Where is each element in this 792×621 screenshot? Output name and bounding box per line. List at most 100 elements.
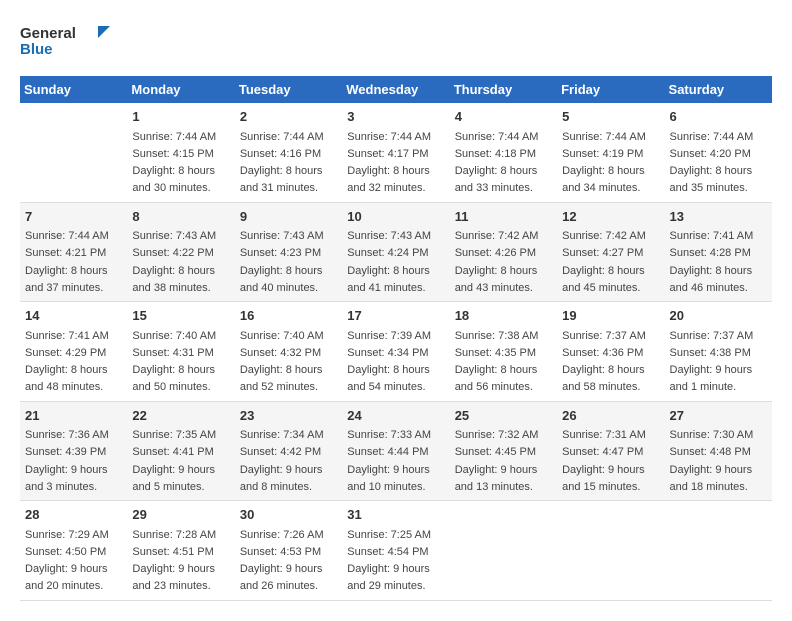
cell-w4-d6: 26 Sunrise: 7:31 AMSunset: 4:47 PMDayligh… — [557, 401, 664, 501]
day-number: 24 — [347, 406, 444, 426]
cell-w5-d2: 29 Sunrise: 7:28 AMSunset: 4:51 PMDayligh… — [127, 501, 234, 601]
day-details: Sunrise: 7:42 AMSunset: 4:26 PMDaylight:… — [455, 230, 539, 294]
cell-w3-d2: 15 Sunrise: 7:40 AMSunset: 4:31 PMDayligh… — [127, 302, 234, 402]
cell-w3-d3: 16Sunrise: 7:40 AMSunset: 4:32 PMDayligh… — [235, 302, 342, 402]
day-number: 10 — [347, 207, 444, 227]
day-details: Sunrise: 7:28 AMSunset: 4:51 PMDaylight:… — [132, 529, 216, 593]
cell-w3-d7: 20Sunrise: 7:37 AMSunset: 4:38 PMDayligh… — [665, 302, 772, 402]
cell-w4-d4: 24 Sunrise: 7:33 AMSunset: 4:44 PMDayligh… — [342, 401, 449, 501]
day-number: 8 — [132, 207, 229, 227]
day-number: 6 — [670, 107, 767, 127]
cell-w1-d6: 5 Sunrise: 7:44 AMSunset: 4:19 PMDaylight… — [557, 103, 664, 202]
cell-w4-d7: 27Sunrise: 7:30 AMSunset: 4:48 PMDayligh… — [665, 401, 772, 501]
cell-w2-d4: 10 Sunrise: 7:43 AMSunset: 4:24 PMDayligh… — [342, 202, 449, 302]
day-details: Sunrise: 7:36 AMSunset: 4:39 PMDaylight:… — [25, 429, 109, 493]
cell-w1-d2: 1 Sunrise: 7:44 AMSunset: 4:15 PMDaylight… — [127, 103, 234, 202]
header-thursday: Thursday — [450, 76, 557, 103]
day-details: Sunrise: 7:39 AMSunset: 4:34 PMDaylight:… — [347, 330, 431, 394]
day-number: 22 — [132, 406, 229, 426]
day-details: Sunrise: 7:44 AMSunset: 4:20 PMDaylight:… — [670, 131, 754, 195]
cell-w4-d5: 25 Sunrise: 7:32 AMSunset: 4:45 PMDayligh… — [450, 401, 557, 501]
header-sunday: Sunday — [20, 76, 127, 103]
cell-w5-d7 — [665, 501, 772, 601]
day-details: Sunrise: 7:34 AMSunset: 4:42 PMDaylight:… — [240, 429, 324, 493]
day-details: Sunrise: 7:44 AMSunset: 4:18 PMDaylight:… — [455, 131, 539, 195]
day-details: Sunrise: 7:43 AMSunset: 4:24 PMDaylight:… — [347, 230, 431, 294]
cell-w1-d3: 2 Sunrise: 7:44 AMSunset: 4:16 PMDaylight… — [235, 103, 342, 202]
day-number: 27 — [670, 406, 767, 426]
day-number: 28 — [25, 505, 122, 525]
day-details: Sunrise: 7:42 AMSunset: 4:27 PMDaylight:… — [562, 230, 646, 294]
header-friday: Friday — [557, 76, 664, 103]
day-number: 13 — [670, 207, 767, 227]
day-details: Sunrise: 7:25 AMSunset: 4:54 PMDaylight:… — [347, 529, 431, 593]
day-number: 2 — [240, 107, 337, 127]
cell-w3-d5: 18 Sunrise: 7:38 AMSunset: 4:35 PMDayligh… — [450, 302, 557, 402]
cell-w2-d2: 8 Sunrise: 7:43 AMSunset: 4:22 PMDaylight… — [127, 202, 234, 302]
logo: General Blue — [20, 20, 110, 60]
day-details: Sunrise: 7:37 AMSunset: 4:36 PMDaylight:… — [562, 330, 646, 394]
day-number: 30 — [240, 505, 337, 525]
day-number: 9 — [240, 207, 337, 227]
day-number: 25 — [455, 406, 552, 426]
day-number: 19 — [562, 306, 659, 326]
cell-w4-d1: 21 Sunrise: 7:36 AMSunset: 4:39 PMDayligh… — [20, 401, 127, 501]
cell-w5-d5 — [450, 501, 557, 601]
header-saturday: Saturday — [665, 76, 772, 103]
cell-w4-d3: 23 Sunrise: 7:34 AMSunset: 4:42 PMDayligh… — [235, 401, 342, 501]
day-number: 18 — [455, 306, 552, 326]
day-details: Sunrise: 7:44 AMSunset: 4:21 PMDaylight:… — [25, 230, 109, 294]
day-details: Sunrise: 7:31 AMSunset: 4:47 PMDaylight:… — [562, 429, 646, 493]
svg-text:General: General — [20, 25, 76, 42]
day-number: 31 — [347, 505, 444, 525]
day-number: 26 — [562, 406, 659, 426]
logo-image: General Blue — [20, 20, 110, 60]
week-row-2: 7Sunrise: 7:44 AMSunset: 4:21 PMDaylight… — [20, 202, 772, 302]
cell-w5-d1: 28 Sunrise: 7:29 AMSunset: 4:50 PMDayligh… — [20, 501, 127, 601]
day-details: Sunrise: 7:43 AMSunset: 4:23 PMDaylight:… — [240, 230, 324, 294]
day-number: 16 — [240, 306, 337, 326]
day-details: Sunrise: 7:44 AMSunset: 4:15 PMDaylight:… — [132, 131, 216, 195]
header-tuesday: Tuesday — [235, 76, 342, 103]
cell-w2-d7: 13 Sunrise: 7:41 AMSunset: 4:28 PMDayligh… — [665, 202, 772, 302]
day-details: Sunrise: 7:26 AMSunset: 4:53 PMDaylight:… — [240, 529, 324, 593]
day-details: Sunrise: 7:32 AMSunset: 4:45 PMDaylight:… — [455, 429, 539, 493]
week-row-4: 21 Sunrise: 7:36 AMSunset: 4:39 PMDayligh… — [20, 401, 772, 501]
day-details: Sunrise: 7:29 AMSunset: 4:50 PMDaylight:… — [25, 529, 109, 593]
week-row-3: 14Sunrise: 7:41 AMSunset: 4:29 PMDayligh… — [20, 302, 772, 402]
day-number: 17 — [347, 306, 444, 326]
day-number: 15 — [132, 306, 229, 326]
day-number: 23 — [240, 406, 337, 426]
header-monday: Monday — [127, 76, 234, 103]
cell-w3-d6: 19 Sunrise: 7:37 AMSunset: 4:36 PMDayligh… — [557, 302, 664, 402]
cell-w4-d2: 22Sunrise: 7:35 AMSunset: 4:41 PMDayligh… — [127, 401, 234, 501]
day-number: 4 — [455, 107, 552, 127]
day-number: 5 — [562, 107, 659, 127]
header: General Blue — [20, 20, 772, 60]
day-details: Sunrise: 7:44 AMSunset: 4:19 PMDaylight:… — [562, 131, 646, 195]
day-details: Sunrise: 7:33 AMSunset: 4:44 PMDaylight:… — [347, 429, 431, 493]
day-number: 11 — [455, 207, 552, 227]
day-details: Sunrise: 7:43 AMSunset: 4:22 PMDaylight:… — [132, 230, 216, 294]
cell-w2-d3: 9 Sunrise: 7:43 AMSunset: 4:23 PMDaylight… — [235, 202, 342, 302]
day-details: Sunrise: 7:38 AMSunset: 4:35 PMDaylight:… — [455, 330, 539, 394]
day-number: 1 — [132, 107, 229, 127]
cell-w3-d1: 14Sunrise: 7:41 AMSunset: 4:29 PMDayligh… — [20, 302, 127, 402]
cell-w1-d1 — [20, 103, 127, 202]
day-number: 29 — [132, 505, 229, 525]
cell-w1-d5: 4 Sunrise: 7:44 AMSunset: 4:18 PMDaylight… — [450, 103, 557, 202]
calendar-table: SundayMondayTuesdayWednesdayThursdayFrid… — [20, 76, 772, 601]
calendar-header: SundayMondayTuesdayWednesdayThursdayFrid… — [20, 76, 772, 103]
day-details: Sunrise: 7:41 AMSunset: 4:28 PMDaylight:… — [670, 230, 754, 294]
cell-w1-d4: 3Sunrise: 7:44 AMSunset: 4:17 PMDaylight… — [342, 103, 449, 202]
day-number: 21 — [25, 406, 122, 426]
day-number: 20 — [670, 306, 767, 326]
cell-w2-d6: 12Sunrise: 7:42 AMSunset: 4:27 PMDayligh… — [557, 202, 664, 302]
week-row-5: 28 Sunrise: 7:29 AMSunset: 4:50 PMDayligh… — [20, 501, 772, 601]
day-details: Sunrise: 7:41 AMSunset: 4:29 PMDaylight:… — [25, 330, 109, 394]
cell-w1-d7: 6 Sunrise: 7:44 AMSunset: 4:20 PMDaylight… — [665, 103, 772, 202]
day-details: Sunrise: 7:40 AMSunset: 4:31 PMDaylight:… — [132, 330, 216, 394]
day-details: Sunrise: 7:44 AMSunset: 4:16 PMDaylight:… — [240, 131, 324, 195]
cell-w5-d3: 30 Sunrise: 7:26 AMSunset: 4:53 PMDayligh… — [235, 501, 342, 601]
header-wednesday: Wednesday — [342, 76, 449, 103]
